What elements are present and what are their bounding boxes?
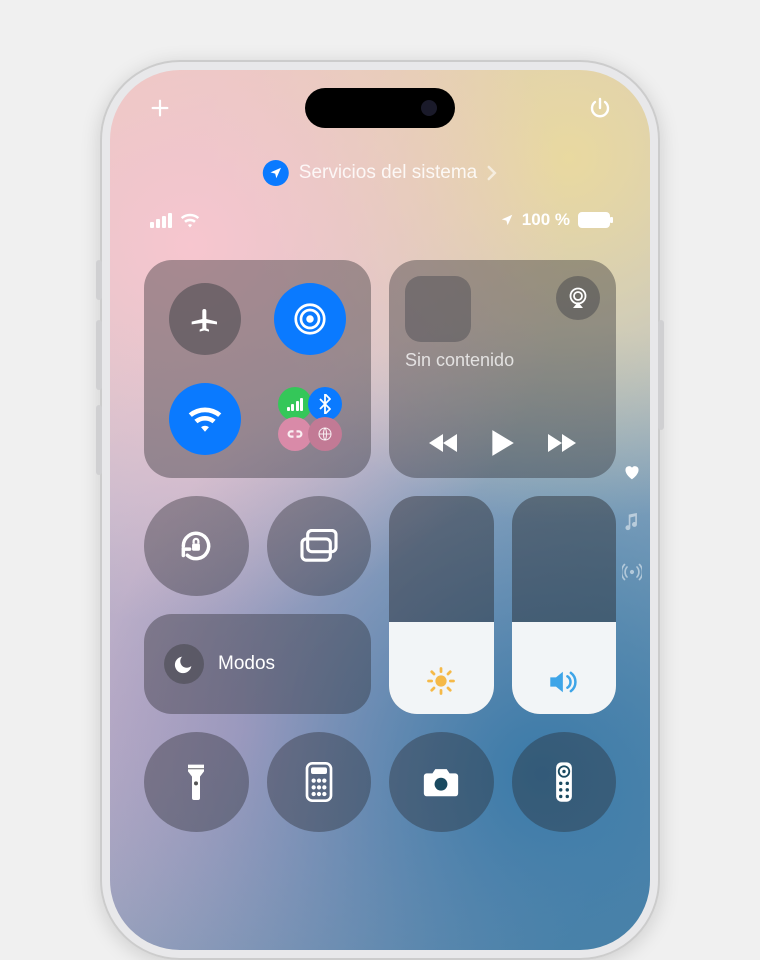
- brightness-slider[interactable]: [389, 496, 494, 714]
- play-icon: [488, 428, 516, 458]
- focus-label: Modos: [218, 653, 275, 675]
- airplane-icon: [189, 303, 221, 335]
- power-icon: [588, 96, 612, 120]
- bluetooth-toggle[interactable]: [308, 387, 342, 421]
- sun-icon: [426, 666, 456, 696]
- apple-tv-remote-button[interactable]: [512, 732, 617, 832]
- connectivity-cluster[interactable]: [274, 383, 346, 455]
- orientation-lock-icon: [177, 527, 215, 565]
- heart-icon: [623, 464, 641, 480]
- cellular-data-toggle[interactable]: [278, 387, 312, 421]
- airplay-button[interactable]: [556, 276, 600, 320]
- broadcast-icon: [622, 563, 642, 581]
- location-banner-label: Servicios del sistema: [299, 162, 477, 184]
- moon-icon: [173, 653, 195, 675]
- control-center-screen: Servicios del sistema 100 %: [110, 70, 650, 950]
- media-controls-tile[interactable]: Sin contenido: [389, 260, 616, 478]
- location-badge: [263, 160, 289, 186]
- airdrop-toggle[interactable]: [274, 283, 346, 355]
- calculator-icon: [305, 762, 333, 802]
- side-button: [96, 320, 102, 390]
- power-button[interactable]: [586, 94, 614, 122]
- wifi-icon: [180, 212, 200, 228]
- camera-icon: [421, 766, 461, 798]
- focus-mode-button[interactable]: Modos: [144, 614, 371, 714]
- hotspot-icon: [286, 428, 304, 440]
- wifi-toggle[interactable]: [169, 383, 241, 455]
- side-button: [96, 405, 102, 475]
- music-note-icon: [625, 513, 639, 531]
- status-bar: 100 %: [110, 210, 650, 230]
- battery-percentage: 100 %: [522, 210, 570, 230]
- vpn-toggle[interactable]: [308, 417, 342, 451]
- volume-slider[interactable]: [512, 496, 617, 714]
- calculator-button[interactable]: [267, 732, 372, 832]
- media-previous-button[interactable]: [427, 431, 461, 455]
- airdrop-icon: [292, 301, 328, 337]
- cellular-signal-icon: [150, 213, 172, 228]
- speaker-icon: [548, 668, 580, 696]
- wifi-icon: [188, 406, 222, 432]
- side-button: [658, 320, 664, 430]
- bluetooth-icon: [318, 394, 332, 414]
- page-dot-media[interactable]: [622, 512, 642, 532]
- control-center-grid: Sin contenido: [144, 260, 616, 832]
- phone-device-frame: Servicios del sistema 100 %: [100, 60, 660, 960]
- forward-icon: [544, 431, 578, 455]
- screen-mirroring-button[interactable]: [267, 496, 372, 596]
- page-dot-favorites[interactable]: [622, 462, 642, 482]
- location-services-banner[interactable]: Servicios del sistema: [263, 160, 497, 186]
- media-next-button[interactable]: [544, 431, 578, 455]
- cellular-bars-icon: [287, 398, 304, 411]
- globe-icon: [317, 426, 333, 442]
- page-dot-connectivity[interactable]: [622, 562, 642, 582]
- camera-button[interactable]: [389, 732, 494, 832]
- add-control-button[interactable]: [146, 94, 174, 122]
- top-control-row: [110, 94, 650, 122]
- page-indicator[interactable]: [622, 462, 642, 582]
- media-play-button[interactable]: [488, 428, 516, 458]
- airplane-mode-toggle[interactable]: [169, 283, 241, 355]
- screen-mirroring-icon: [299, 529, 339, 563]
- battery-icon: [578, 212, 610, 228]
- rewind-icon: [427, 431, 461, 455]
- location-arrow-icon: [269, 166, 283, 180]
- side-button: [96, 260, 102, 300]
- moon-icon-wrap: [164, 644, 204, 684]
- remote-icon: [554, 761, 574, 803]
- media-artwork: [405, 276, 471, 342]
- orientation-lock-toggle[interactable]: [144, 496, 249, 596]
- flashlight-button[interactable]: [144, 732, 249, 832]
- now-playing-text: Sin contenido: [405, 350, 600, 371]
- airplay-icon: [566, 287, 590, 309]
- personal-hotspot-toggle[interactable]: [278, 417, 312, 451]
- chevron-right-icon: [487, 165, 497, 181]
- flashlight-icon: [185, 762, 207, 802]
- location-arrow-icon: [500, 213, 514, 227]
- plus-icon: [149, 97, 171, 119]
- connectivity-tile[interactable]: [144, 260, 371, 478]
